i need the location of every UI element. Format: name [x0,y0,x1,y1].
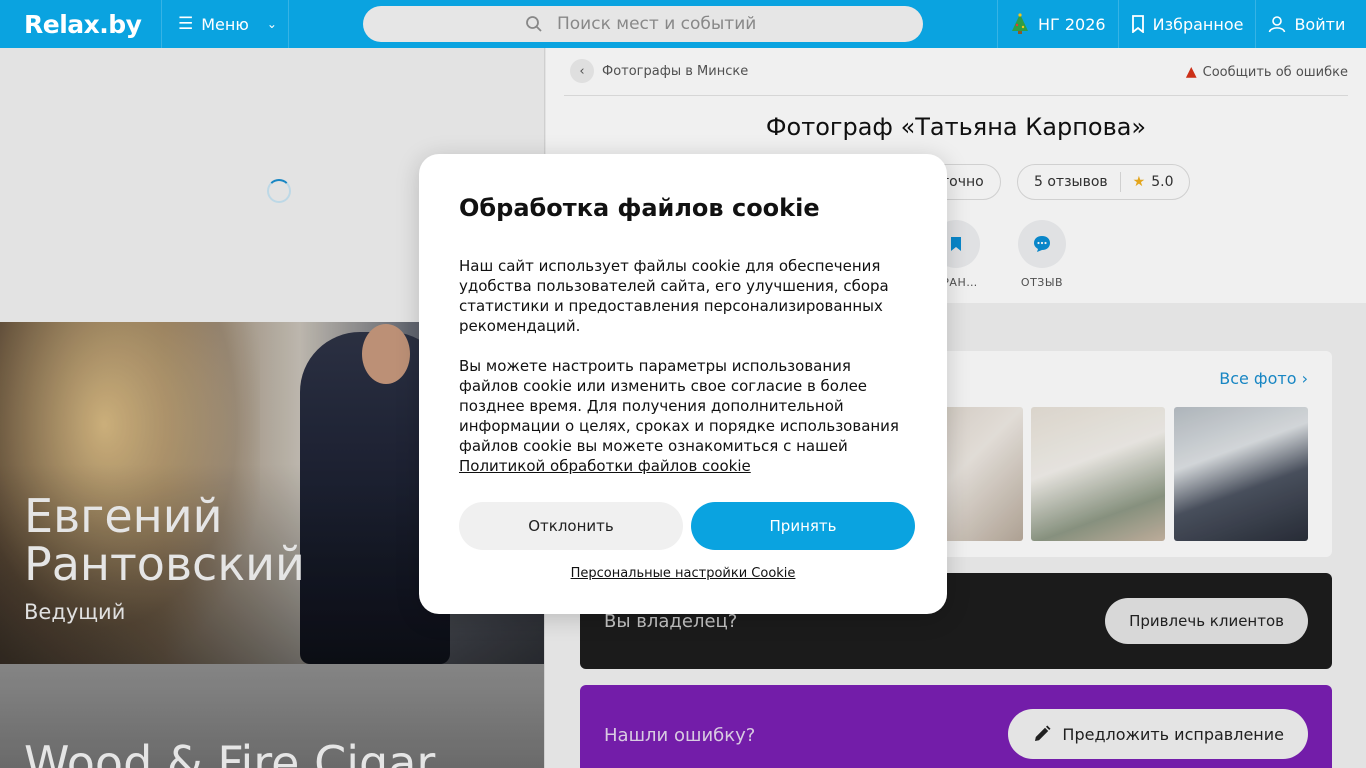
menu-label: Меню [201,14,249,34]
top-header: Relax.by ☰ Меню ⌄ Поиск мест и событий Н… [0,0,1366,48]
cookie-buttons: Отклонить Принять [459,502,915,550]
login-label: Войти [1294,14,1346,34]
cookie-policy-link[interactable]: Политикой обработки файлов cookie [459,457,751,475]
ng-2026-label: НГ 2026 [1038,14,1106,34]
decline-button[interactable]: Отклонить [459,502,683,550]
favorites-label: Избранное [1152,14,1244,34]
login-button[interactable]: Войти [1255,0,1357,48]
cookie-paragraph-2-text: Вы можете настроить параметры использова… [459,357,899,455]
cookie-paragraph-1: Наш сайт использует файлы cookie для обе… [459,257,889,335]
site-logo[interactable]: Relax.by [0,0,162,48]
cookie-paragraph-2: Вы можете настроить параметры использова… [459,356,907,476]
chevron-down-icon: ⌄ [266,17,277,31]
cookie-dialog: Обработка файлов cookie Наш сайт использ… [419,154,947,614]
menu-button[interactable]: ☰ Меню ⌄ [162,0,289,48]
bookmark-icon [1131,15,1144,33]
ng-2026-button[interactable]: НГ 2026 [997,0,1118,48]
search-placeholder: Поиск мест и событий [557,14,757,34]
search-input[interactable]: Поиск мест и событий [363,6,923,42]
header-actions: НГ 2026 Избранное Войти [997,0,1357,48]
personal-settings-link[interactable]: Персональные настройки Cookie [419,566,947,581]
user-icon [1269,16,1286,33]
cookie-title: Обработка файлов cookie [459,194,820,222]
favorites-button[interactable]: Избранное [1117,0,1256,48]
search-icon [526,16,542,32]
christmas-tree-icon [1012,13,1028,34]
hamburger-icon: ☰ [178,14,194,34]
accept-button[interactable]: Принять [691,502,915,550]
